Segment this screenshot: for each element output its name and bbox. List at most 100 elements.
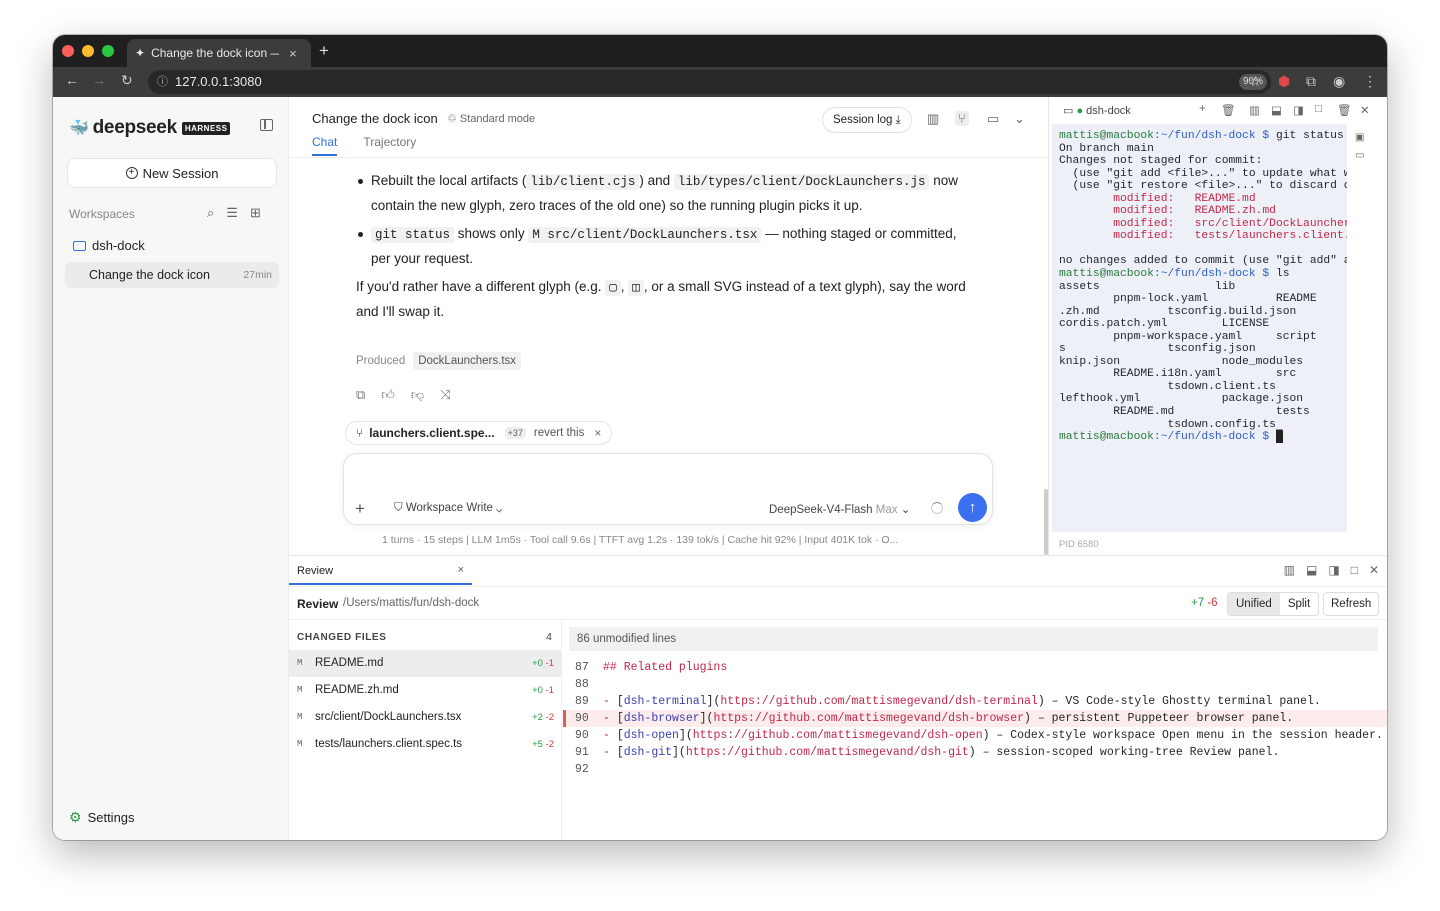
send-button[interactable]: ↑ (958, 493, 987, 522)
unified-button[interactable]: Unified (1228, 593, 1280, 615)
file-removed: -2 (545, 739, 554, 750)
search-icon[interactable]: ⌕ (207, 205, 214, 221)
message-composer[interactable]: + ⛉ Workspace Write ⌄ DeepSeek-V4-Flash … (343, 453, 993, 525)
browser-toolbar: ← → ↻ ⓘ 127.0.0.1:3080 90% ☆ ⬢ ⧉ ◉ ⋮ (53, 67, 1387, 97)
line-number: 91 (575, 746, 589, 759)
layout-icon[interactable]: ▥ (927, 111, 939, 127)
layout-bottom-icon[interactable]: ⬓ (1271, 103, 1282, 117)
file-row[interactable]: M src/client/DockLaunchers.tsx +2 -2 (289, 704, 562, 731)
file-added: +5 (532, 739, 543, 750)
file-row[interactable]: M tests/launchers.client.spec.ts +5 -2 (289, 731, 562, 758)
revert-button[interactable]: revert this (534, 427, 585, 439)
lines-removed: -6 (1207, 597, 1218, 609)
branch-icon[interactable]: ⑂ (955, 111, 969, 126)
file-row[interactable]: M README.md +0 -1 (289, 650, 562, 677)
close-icon[interactable]: × (594, 426, 601, 440)
session-log-button[interactable]: Session log ⤓ (822, 107, 912, 133)
browser-tab[interactable]: ✦ Change the dock icon — × (127, 39, 311, 67)
terminal-panel: ▭ ● dsh-dock + 🗑︎ ▥ ⬓ ◨ □ 🗑︎ ✕ mattis@ma… (1048, 97, 1387, 555)
menu-icon[interactable]: ⋮ (1363, 73, 1377, 90)
tab-close-icon[interactable]: × (289, 46, 297, 61)
link-url: https://github.com/mattismegevand/dsh-op… (692, 729, 983, 742)
new-session-button[interactable]: + New Session (67, 158, 277, 188)
forward-icon[interactable]: → (92, 72, 106, 88)
terminal-text: no changes added to commit (use "git add… (1059, 255, 1347, 268)
review-toolbar: Review /Users/mattis/fun/dsh-dock +7 -6 … (289, 586, 1387, 620)
terminal-icon[interactable]: ▭ (987, 111, 999, 127)
copy-icon[interactable]: ⧉ (356, 387, 365, 403)
mode-indicator[interactable]: ♲ Standard mode (447, 112, 535, 125)
split-button[interactable]: Split (1280, 593, 1318, 615)
branch-icon: ⑂ (356, 426, 364, 440)
close-icon[interactable]: × (458, 564, 464, 576)
tab-trajectory[interactable]: Trajectory (363, 135, 416, 156)
maximize-icon[interactable]: □ (1351, 563, 1358, 577)
close-icon[interactable]: ✕ (1360, 103, 1370, 117)
layout-right-icon[interactable]: ◨ (1293, 103, 1304, 117)
extensions-icon[interactable]: ⧉ (1306, 73, 1316, 90)
file-added: +2 (532, 712, 543, 723)
back-icon[interactable]: ← (65, 72, 79, 88)
terminal-text: assets lib pnpm-lock.yaml README .zh.md … (1059, 280, 1317, 431)
terminal-icon[interactable]: ▭ (1355, 147, 1364, 165)
file-change-chip[interactable]: ⑂ launchers.client.spe... +37 revert thi… (345, 421, 613, 445)
settings-button[interactable]: ⚙ Settings (69, 809, 135, 826)
star-icon[interactable]: ☆ (1249, 73, 1262, 90)
produced-file[interactable]: DockLaunchers.tsx (413, 352, 522, 370)
profile-icon[interactable]: ◉ (1333, 73, 1345, 90)
modified-file: tests/launchers.client.spec.ts (1194, 230, 1347, 243)
address-bar[interactable]: ⓘ 127.0.0.1:3080 90% (148, 70, 1271, 94)
folder-icon (73, 240, 86, 251)
modified-file: README.zh.md (1194, 205, 1276, 218)
favicon-icon: ✦ (135, 46, 146, 60)
layout-left-icon[interactable]: ▥ (1249, 103, 1260, 117)
refresh-button[interactable]: Refresh (1323, 592, 1380, 616)
unmodified-lines-toggle[interactable]: 86 unmodified lines (569, 627, 1378, 651)
site-info-icon[interactable]: ⓘ (157, 70, 168, 94)
reload-icon[interactable]: ↻ (121, 72, 133, 89)
add-folder-icon[interactable]: ⊞ (250, 205, 261, 221)
review-tab[interactable]: Review × (289, 556, 472, 585)
plus-icon[interactable]: + (1199, 103, 1206, 115)
workspaces-label: Workspaces (69, 207, 135, 221)
ublock-icon[interactable]: ⬢ (1278, 73, 1290, 90)
thumbs-down-icon[interactable]: 👎︎ (411, 387, 424, 403)
layout-bottom-icon[interactable]: ⬓ (1306, 563, 1317, 577)
file-added: +0 (532, 685, 543, 696)
modified-label: modified: (1113, 230, 1175, 243)
prompt-path: :~/fun/dsh-dock $ (1153, 431, 1276, 444)
minimize-window-button[interactable] (82, 45, 94, 57)
trash-icon[interactable]: 🗑︎ (1221, 103, 1236, 117)
add-attachment-icon[interactable]: + (355, 499, 365, 519)
prompt-path: :~/fun/dsh-dock $ (1153, 130, 1276, 142)
file-row[interactable]: M README.zh.md +0 -1 (289, 677, 562, 704)
terminal-icon[interactable]: ▣ (1355, 129, 1364, 147)
chevron-down-icon[interactable]: ⌄ (1014, 111, 1025, 127)
inline-code: ▢ (605, 280, 621, 296)
chat-panel: Change the dock icon ♲ Standard mode Cha… (289, 97, 1048, 555)
sidebar-toggle-icon[interactable] (260, 119, 273, 131)
tab-chat[interactable]: Chat (312, 135, 338, 156)
link-url: https://github.com/mattismegevand/dsh-gi… (685, 746, 969, 759)
workspace-name: dsh-dock (92, 238, 145, 253)
maximize-window-button[interactable] (102, 45, 114, 57)
line-number: 87 (575, 661, 589, 674)
new-tab-button[interactable]: + (319, 41, 329, 61)
terminal-output[interactable]: mattis@macbook:~/fun/dsh-dock $ git stat… (1052, 124, 1347, 532)
model-select[interactable]: DeepSeek-V4-Flash Max ⌄ (769, 502, 910, 516)
thumbs-up-icon[interactable]: 👍︎ (381, 387, 395, 403)
filter-icon[interactable]: ☰ (226, 205, 238, 221)
app: 🐳 deepseek HARNESS + New Session Workspa… (53, 97, 1387, 840)
maximize-icon[interactable]: □ (1315, 103, 1322, 115)
session-log-label: Session log (833, 114, 893, 126)
layout-left-icon[interactable]: ▥ (1284, 563, 1295, 577)
permission-select[interactable]: ⛉ Workspace Write ⌄ (394, 502, 502, 515)
close-window-button[interactable] (62, 45, 74, 57)
trash-icon[interactable]: 🗑︎ (1337, 103, 1352, 117)
session-item[interactable]: Change the dock icon 27min (65, 262, 279, 288)
terminal-tab[interactable]: ▭ ● dsh-dock (1063, 104, 1131, 117)
layout-right-icon[interactable]: ◨ (1328, 563, 1339, 577)
fork-icon[interactable]: ⤨ (440, 387, 450, 403)
workspace-item[interactable]: dsh-dock (73, 238, 145, 253)
close-icon[interactable]: ✕ (1369, 563, 1379, 577)
